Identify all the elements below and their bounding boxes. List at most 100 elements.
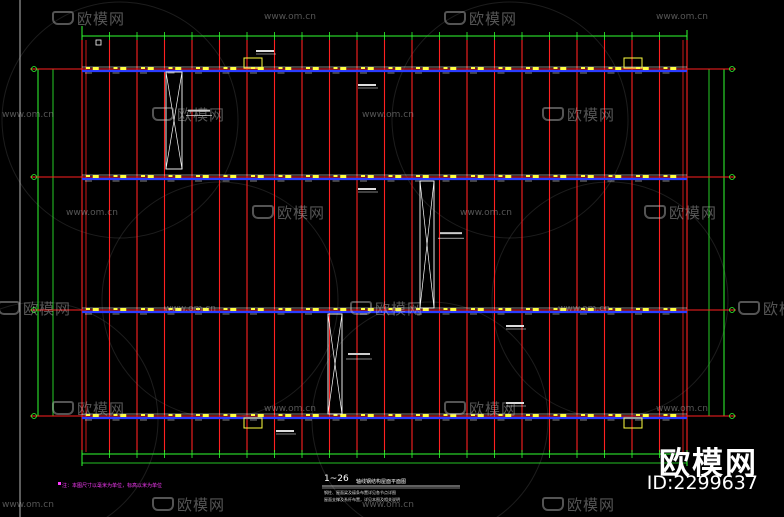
purlin-mark — [202, 414, 209, 417]
purlin-mark — [443, 175, 448, 177]
watermark-url: www.om.cn — [656, 404, 708, 414]
watermark-brand: 欧模网 — [567, 496, 616, 514]
watermark-url: www.om.cn — [656, 12, 708, 22]
purlin-mark — [175, 175, 182, 178]
drawing-note: 注：本图尺寸以毫米为单位，标高以米为单位 — [62, 483, 163, 489]
purlin-mark — [615, 175, 622, 178]
purlin-mark — [120, 175, 127, 178]
drawing-title-number: 1~26 — [324, 474, 349, 484]
purlin-mark — [113, 175, 118, 177]
purlin-mark — [251, 414, 255, 416]
purlin-mark — [443, 308, 448, 310]
purlin-mark — [422, 414, 429, 417]
purlin-mark — [642, 67, 649, 70]
watermark: 欧模网 — [0, 298, 71, 319]
purlin-mark — [553, 414, 558, 416]
watermark-url: www.om.cn — [2, 500, 54, 510]
corner-marker — [95, 39, 102, 46]
purlin-mark — [498, 308, 503, 310]
purlin-mark — [196, 67, 200, 69]
watermark-logo-icon — [0, 301, 20, 315]
watermark-url: www.om.cn — [2, 110, 54, 120]
gable-notch — [623, 57, 643, 69]
purlin-mark — [361, 67, 365, 69]
purlin-mark — [175, 67, 182, 70]
purlin-mark — [223, 175, 228, 177]
purlin-mark — [422, 67, 429, 70]
purlin-mark — [471, 308, 475, 310]
purlin-mark — [278, 67, 283, 69]
purlin-mark — [361, 414, 365, 416]
purlin-mark — [333, 67, 338, 69]
purlin-mark — [86, 308, 90, 310]
watermark-logo-icon — [444, 401, 466, 415]
purlin-mark — [636, 414, 640, 416]
gable-notch — [623, 417, 643, 429]
purlin-mark — [333, 308, 338, 310]
purlin-mark — [333, 175, 338, 177]
purlin-mark — [278, 175, 283, 177]
drawing-title-text: 轴线钢结构屋面平面图 — [356, 479, 407, 485]
purlin-mark — [285, 308, 292, 311]
purlin-mark — [251, 308, 255, 310]
purlin-mark — [175, 414, 182, 417]
purlin-mark — [388, 67, 393, 69]
purlin-mark — [663, 175, 668, 177]
note-marker — [58, 482, 61, 485]
purlin-mark — [615, 414, 622, 417]
purlin-mark — [587, 414, 594, 417]
purlin-mark — [230, 308, 237, 311]
purlin-mark — [395, 414, 402, 417]
purlin-mark — [278, 308, 283, 310]
purlin-mark — [306, 67, 310, 69]
purlin-mark — [113, 67, 118, 69]
purlin-mark — [230, 67, 237, 70]
watermark-brand: 欧模网 — [23, 300, 72, 318]
purlin-mark — [553, 175, 558, 177]
purlin-mark — [285, 414, 292, 417]
watermark-brand: 欧模网 — [469, 10, 518, 28]
purlin-mark — [505, 308, 512, 311]
purlin-mark — [196, 175, 200, 177]
purlin-mark — [416, 175, 420, 177]
purlin-mark — [120, 308, 127, 311]
watermark-url: www.om.cn — [264, 404, 316, 414]
purlin-mark — [312, 67, 319, 70]
purlin-mark — [471, 67, 475, 69]
purlin-mark — [230, 414, 237, 417]
drawing-remark: 钢柱、屋面梁及檩条布置详见各节点详图 — [324, 490, 396, 495]
watermark-brand: 欧模网 — [567, 106, 616, 124]
watermark: 欧模网 — [444, 8, 517, 29]
brand-id-label: ID:2299637 — [646, 472, 758, 494]
purlin-mark — [113, 308, 118, 310]
purlin-mark — [141, 414, 145, 416]
purlin-mark — [608, 67, 613, 69]
purlin-mark — [505, 67, 512, 70]
purlin-mark — [141, 175, 145, 177]
purlin-mark — [147, 175, 154, 178]
purlin-mark — [477, 308, 484, 311]
purlin-mark — [367, 175, 374, 178]
purlin-mark — [92, 67, 99, 70]
purlin-mark — [526, 414, 530, 416]
purlin-mark — [86, 175, 90, 177]
purlin-mark — [367, 67, 374, 70]
watermark-brand: 欧模网 — [469, 400, 518, 418]
purlin-mark — [471, 175, 475, 177]
purlin-mark — [670, 308, 677, 311]
purlin-mark — [615, 67, 622, 70]
purlin-mark — [560, 175, 567, 178]
purlin-mark — [670, 414, 677, 417]
purlin-mark — [196, 414, 200, 416]
watermark-brand: 欧模网 — [669, 204, 718, 222]
purlin-mark — [312, 308, 319, 311]
purlin-mark — [636, 175, 640, 177]
dimension-frame — [37, 68, 725, 417]
purlin-mark — [498, 175, 503, 177]
purlin-mark — [615, 308, 622, 311]
purlin-mark — [147, 67, 154, 70]
watermark: 欧模网 — [738, 298, 784, 319]
watermark-logo-icon — [152, 107, 174, 121]
watermark-url: www.om.cn — [66, 208, 118, 218]
purlin-mark — [532, 414, 539, 417]
